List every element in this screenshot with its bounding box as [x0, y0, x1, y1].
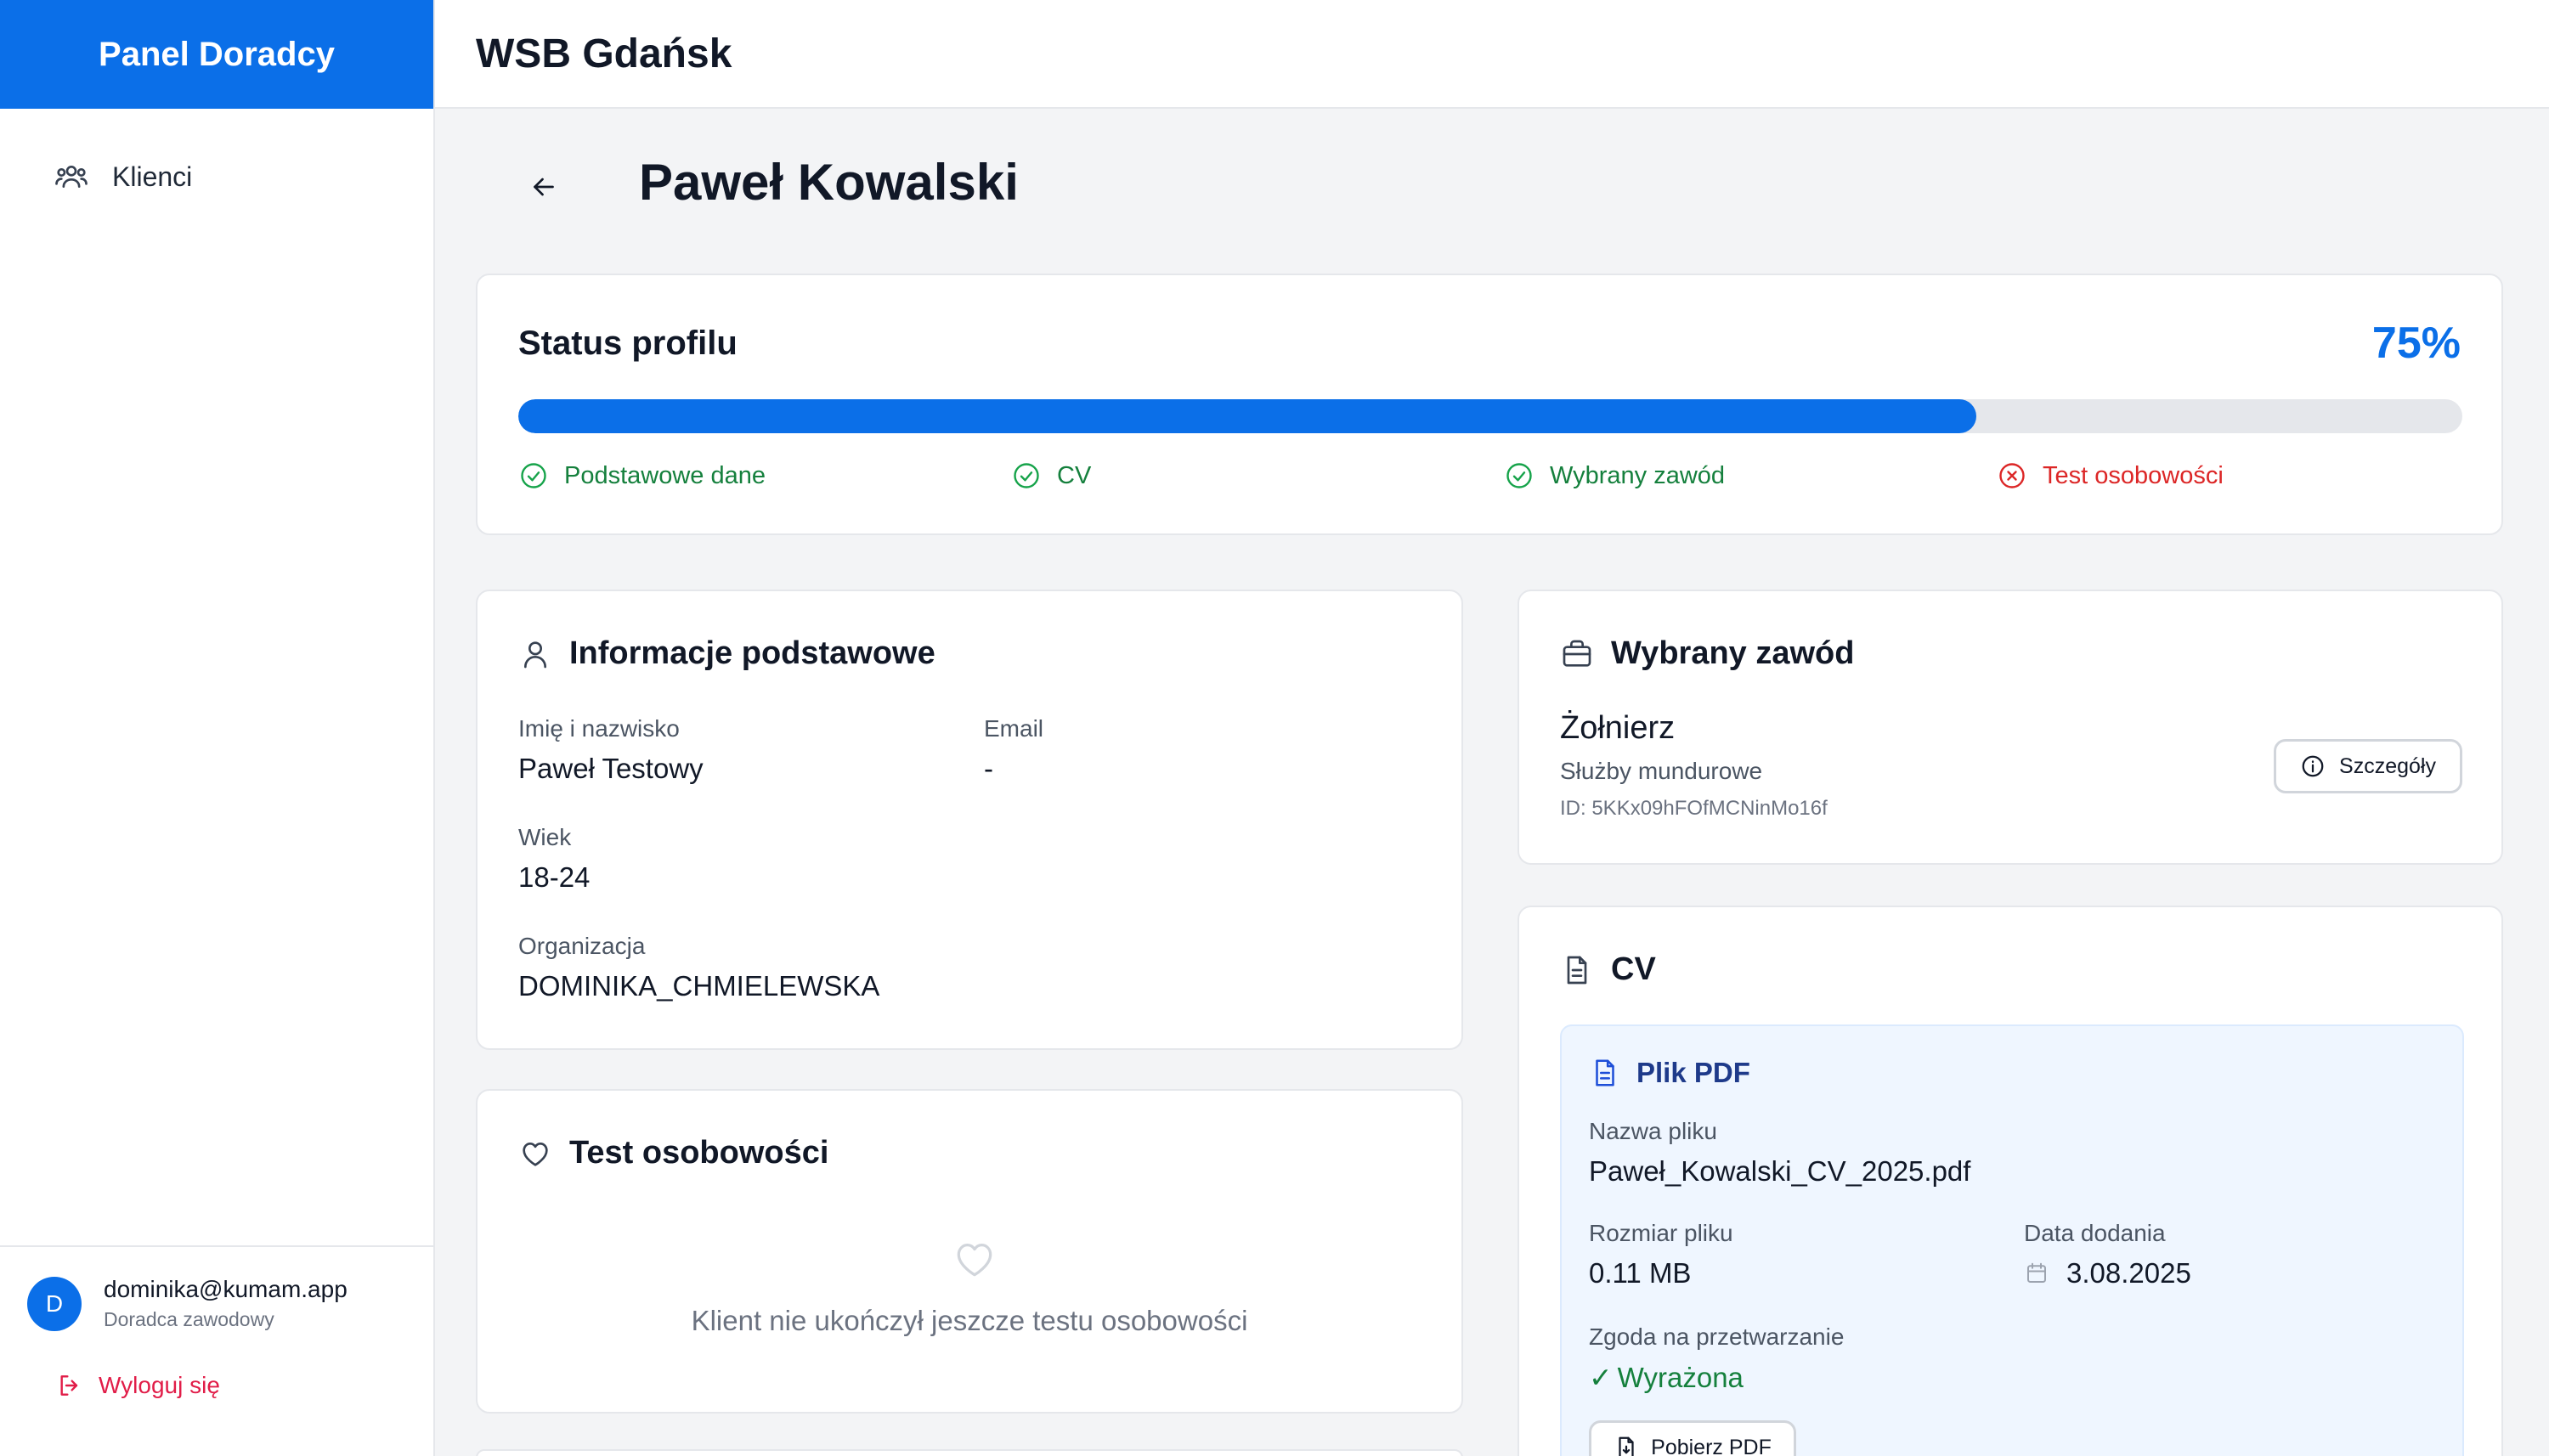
basic-info-header: Informacje podstawowe — [518, 635, 935, 672]
email-value: - — [984, 753, 993, 784]
pdf-file-box: Plik PDF Nazwa pliku Paweł_Kowalski_CV_2… — [1560, 1024, 2464, 1456]
status-percent: 75% — [2371, 319, 2461, 368]
career-header: Wybrany zawód — [1560, 635, 1854, 672]
sidebar: Panel Doradcy Klienci D dominika@kumam.a… — [0, 0, 435, 1456]
pdf-header: Plik PDF — [1589, 1057, 1750, 1089]
file-pdf-icon — [1596, 1059, 1614, 1086]
arrow-left-icon — [534, 178, 554, 196]
career-name: Żołnierz — [1560, 710, 1676, 746]
email-label: Email — [984, 715, 1044, 742]
name-label: Imię i nazwisko — [518, 715, 680, 742]
pdf-title: Plik PDF — [1636, 1057, 1750, 1088]
x-circle-icon — [1999, 463, 2025, 488]
step-label: CV — [1057, 461, 1092, 489]
cv-card: CV Plik PDF Nazwa pliku Paweł_Kowalski_C… — [1518, 906, 2503, 1456]
personality-header: Test osobowości — [518, 1135, 828, 1171]
organization-label: Organizacja — [518, 933, 646, 959]
sidebar-footer: D dominika@kumam.app Doradca zawodowy Wy… — [0, 1245, 433, 1456]
profile-status-card: Status profilu 75% Podstawowe dane CV Wy… — [476, 274, 2503, 535]
organization-value: DOMINIKA_CHMIELEWSKA — [518, 970, 880, 1002]
name-value: Paweł Testowy — [518, 753, 704, 784]
filesize-value: 0.11 MB — [1589, 1257, 1692, 1289]
step-career: Wybrany zawód — [1504, 460, 1725, 491]
filename-label: Nazwa pliku — [1589, 1118, 1717, 1144]
date-label: Data dodania — [2024, 1220, 2166, 1246]
checkmark-icon: ✓ — [1589, 1362, 1613, 1393]
organization-title: WSB Gdańsk — [476, 31, 732, 76]
progress-fill — [518, 399, 1976, 433]
age-label: Wiek — [518, 824, 572, 850]
brand-title: Panel Doradcy — [0, 0, 433, 109]
date-value: 3.08.2025 — [2066, 1257, 2191, 1289]
filesize-label: Rozmiar pliku — [1589, 1220, 1733, 1246]
consent-value-text: Wyrażona — [1617, 1361, 1744, 1393]
info-icon — [2302, 755, 2324, 777]
progress-bar — [518, 399, 2462, 433]
sidebar-item-label: Klienci — [112, 161, 193, 192]
check-circle-icon — [1014, 463, 1039, 488]
cv-title: CV — [1611, 951, 1656, 987]
personality-test-card: Test osobowości Klient nie ukończył jesz… — [476, 1089, 1463, 1414]
date-row: 3.08.2025 — [2024, 1257, 2191, 1290]
check-circle-icon — [1506, 463, 1532, 488]
page-title: Paweł Kowalski — [639, 154, 1019, 211]
file-text-icon — [1567, 956, 1587, 984]
step-label: Podstawowe dane — [564, 461, 766, 489]
heart-icon — [523, 1142, 548, 1166]
status-title: Status profilu — [518, 324, 738, 362]
step-label: Wybrany zawód — [1550, 461, 1726, 489]
top-bar: WSB Gdańsk — [435, 0, 2549, 109]
age-value: 18-24 — [518, 861, 591, 893]
logout-button[interactable]: Wyloguj się — [56, 1372, 433, 1399]
consent-label: Zgoda na przetwarzanie — [1589, 1323, 1845, 1350]
selected-career-card: Wybrany zawód Żołnierz Służby mundurowe … — [1518, 590, 2503, 865]
download-label: Pobierz PDF — [1651, 1435, 1772, 1456]
details-label: Szczegóły — [2339, 753, 2436, 778]
next-card — [476, 1449, 1463, 1456]
step-basic-data: Podstawowe dane — [518, 460, 766, 491]
user-info: D dominika@kumam.app Doradca zawodowy — [27, 1276, 433, 1331]
download-pdf-button[interactable]: Pobierz PDF — [1589, 1420, 1796, 1456]
empty-state-text: Klient nie ukończył jeszcze testu osobow… — [691, 1305, 1248, 1336]
filename-value: Paweł_Kowalski_CV_2025.pdf — [1589, 1155, 1971, 1187]
user-icon — [524, 641, 546, 668]
logout-label: Wyloguj się — [99, 1372, 220, 1398]
career-id: ID: 5KKx09hFOfMCNinMo16f — [1560, 797, 1828, 820]
avatar: D — [27, 1276, 82, 1331]
calendar-icon — [2027, 1262, 2046, 1283]
briefcase-icon — [1563, 640, 1591, 667]
career-title: Wybrany zawód — [1611, 635, 1855, 671]
logout-icon — [60, 1375, 78, 1396]
step-label: Test osobowości — [2043, 461, 2224, 489]
file-download-icon — [1619, 1436, 1634, 1456]
career-category: Służby mundurowe — [1560, 758, 1763, 784]
check-circle-icon — [521, 463, 546, 488]
step-personality: Test osobowości — [1997, 460, 2224, 491]
step-cv: CV — [1011, 460, 1091, 491]
basic-info-title: Informacje podstawowe — [569, 635, 935, 671]
details-button[interactable]: Szczegóły — [2274, 739, 2462, 793]
personality-title: Test osobowości — [569, 1135, 829, 1171]
sidebar-item-klienci[interactable]: Klienci — [54, 160, 433, 194]
user-email: dominika@kumam.app — [104, 1276, 348, 1302]
heart-icon — [957, 1244, 992, 1277]
consent-value: ✓ Wyrażona — [1589, 1361, 1744, 1394]
back-button[interactable] — [520, 163, 568, 211]
basic-info-card: Informacje podstawowe Imię i nazwisko Pa… — [476, 590, 1463, 1050]
users-icon — [55, 166, 88, 188]
user-role: Doradca zawodowy — [104, 1308, 274, 1330]
cv-header: CV — [1560, 951, 1656, 988]
